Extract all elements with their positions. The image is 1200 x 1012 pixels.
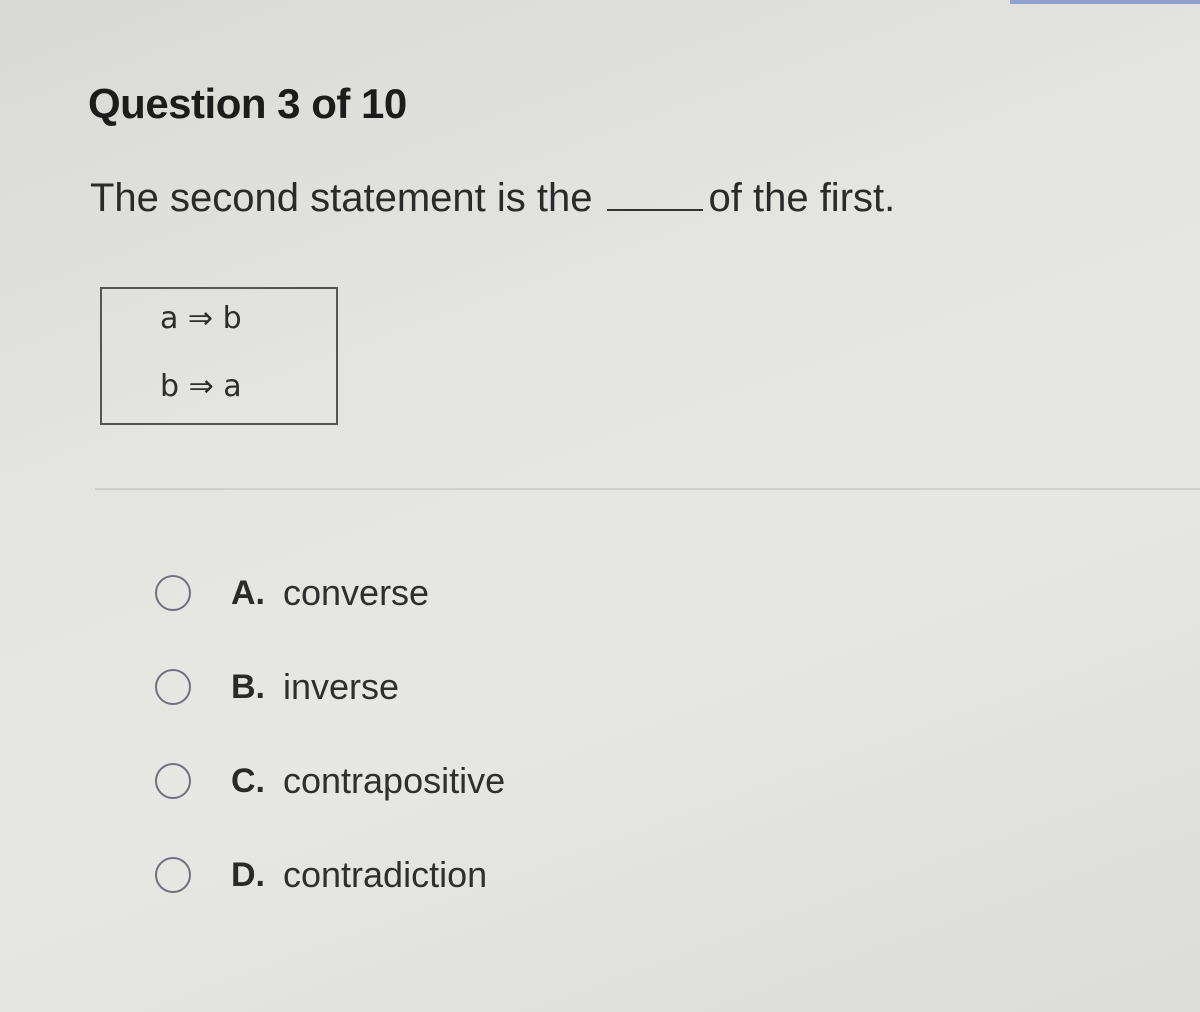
statement-first: a ⇒ b <box>160 301 242 336</box>
option-letter: A. <box>231 573 265 612</box>
section-divider <box>95 488 1200 490</box>
top-accent-bar <box>1010 0 1200 4</box>
option-label: contradiction <box>283 854 488 895</box>
radio-button-icon[interactable] <box>155 857 191 893</box>
answer-options: A. converse B. inverse C. contrapositive… <box>155 565 505 941</box>
option-letter: B. <box>231 667 265 706</box>
prompt-text-before: The second statement is the <box>90 176 593 220</box>
option-label: contrapositive <box>283 760 506 801</box>
option-label: converse <box>283 572 430 613</box>
option-c[interactable]: C. contrapositive <box>155 753 505 809</box>
option-letter: C. <box>231 761 265 800</box>
radio-button-icon[interactable] <box>155 763 191 799</box>
question-counter: Question 3 of 10 <box>88 80 407 127</box>
prompt-text-after: of the first. <box>708 176 896 220</box>
option-letter: D. <box>231 855 265 894</box>
statements-box: a ⇒ b b ⇒ a <box>100 287 338 425</box>
option-label: inverse <box>283 666 400 707</box>
radio-button-icon[interactable] <box>155 575 191 611</box>
statement-second: b ⇒ a <box>160 369 242 404</box>
option-b[interactable]: B. inverse <box>155 659 505 715</box>
option-d[interactable]: D. contradiction <box>155 847 505 903</box>
question-prompt: The second statement is the of the first. <box>90 176 895 221</box>
answer-blank <box>606 209 703 211</box>
option-a[interactable]: A. converse <box>155 565 505 621</box>
radio-button-icon[interactable] <box>155 669 191 705</box>
